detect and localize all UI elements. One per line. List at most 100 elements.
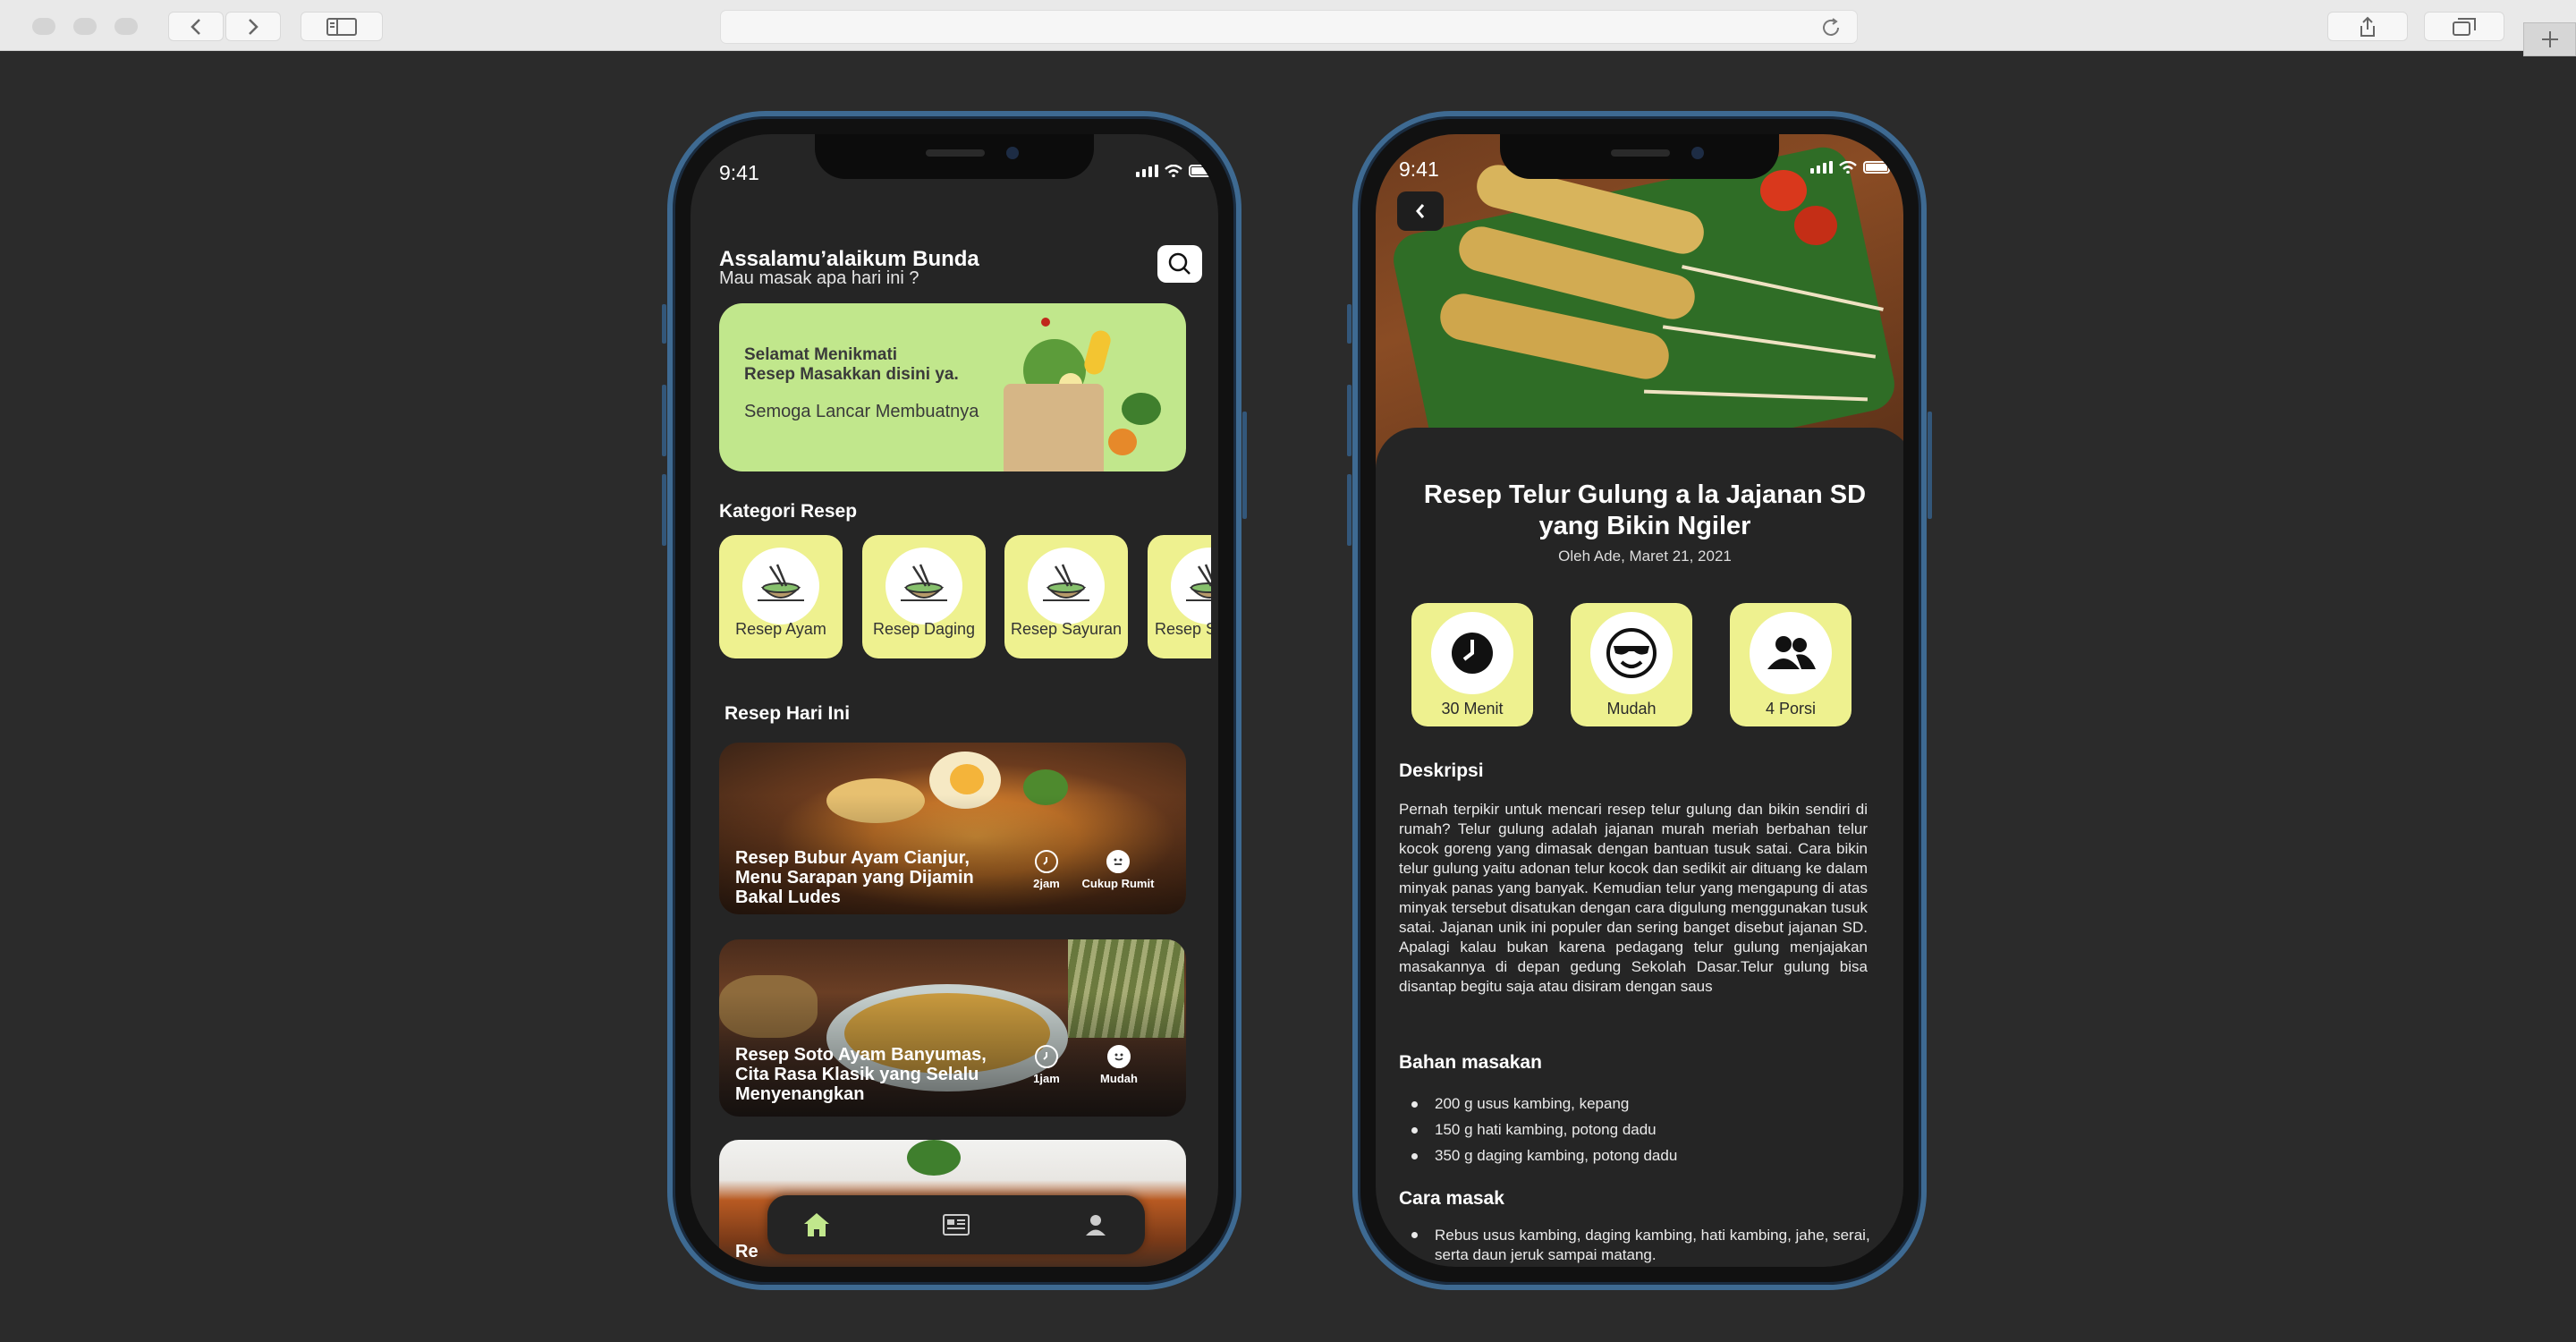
status-time: 9:41 (1399, 157, 1439, 181)
banner-line-3: Semoga Lancar Membuatnya (744, 402, 979, 421)
volume-down-button (662, 474, 666, 546)
tab-news[interactable] (941, 1211, 971, 1238)
tabs-overview-button[interactable] (2424, 12, 2504, 41)
reload-icon[interactable] (1821, 18, 1843, 38)
back-nav-button[interactable] (168, 12, 224, 41)
clock-icon (1431, 612, 1513, 694)
notch (815, 134, 1094, 179)
ingredients-title: Bahan masakan (1399, 1052, 1542, 1073)
bowl-icon (886, 548, 962, 624)
volume-up-button (662, 385, 666, 456)
recipe-difficulty: Cukup Rumit (1073, 850, 1163, 890)
signal-icon (1136, 165, 1158, 177)
recipe-title: Resep Telur Gulung a la Jajanan SD yang … (1423, 480, 1867, 540)
zoom-window-button[interactable] (114, 18, 138, 35)
search-icon (1168, 252, 1191, 275)
category-list: Resep Ayam Resep Daging Resep Sayuran Re… (719, 535, 1211, 660)
volume-down-button (1347, 474, 1352, 546)
recipe-difficulty-label: Mudah (1100, 1072, 1138, 1085)
info-label: Mudah (1606, 700, 1657, 718)
recipe-title: Resep Bubur Ayam Cianjur, Menu Sarapan y… (735, 848, 974, 907)
sidebar-toggle-button[interactable] (301, 12, 383, 41)
category-card[interactable]: Resep Ayam (719, 535, 843, 658)
category-card[interactable]: Resep S (1148, 535, 1211, 658)
bowl-icon (1171, 548, 1211, 624)
ingredients-list: 200 g usus kambing, kepang 150 g hati ka… (1411, 1095, 1677, 1173)
smile-icon (1107, 1045, 1131, 1068)
category-card[interactable]: Resep Daging (862, 535, 986, 658)
tabs-icon (2453, 17, 2476, 36)
home-screen: 9:41 Assalamu’alaikum Bunda Mau masak ap… (691, 134, 1218, 1267)
category-label: Resep Sayuran (1010, 620, 1123, 638)
plus-icon (2541, 31, 2558, 47)
today-recipes-title: Resep Hari Ini (724, 703, 851, 724)
recipe-time-label: 2jam (1033, 877, 1060, 890)
categories-title: Kategori Resep (719, 501, 858, 522)
steps-title: Cara masak (1399, 1188, 1504, 1209)
detail-screen: 9:41 Resep Telur Gulung a la Jajanan SD … (1376, 134, 1903, 1267)
status-icons (1136, 165, 1216, 177)
power-button (1242, 412, 1247, 519)
news-icon (943, 1214, 970, 1236)
banner-line-2: Resep Masakkan disini ya. (744, 365, 959, 384)
tab-profile[interactable] (1080, 1211, 1111, 1238)
address-bar[interactable] (720, 10, 1858, 44)
recipe-title: Resep Soto Ayam Banyumas, Cita Rasa Klas… (735, 1045, 987, 1104)
notch (1500, 134, 1779, 179)
profile-icon (1086, 1215, 1106, 1236)
clock-icon (1035, 850, 1058, 873)
volume-up-button (1347, 385, 1352, 456)
info-label: 30 Menit (1441, 700, 1504, 718)
recipe-card[interactable]: Resep Bubur Ayam Cianjur, Menu Sarapan y… (719, 743, 1186, 914)
battery-icon (1189, 165, 1216, 177)
sidebar-icon (326, 17, 357, 36)
recipe-author: Oleh Ade, Maret 21, 2021 (1558, 548, 1732, 565)
recipe-time: 2jam (1027, 850, 1066, 890)
power-button (1928, 412, 1932, 519)
status-icons (1810, 161, 1890, 174)
chevron-left-icon (1416, 204, 1425, 218)
banner-line-1: Selamat Menikmati (744, 345, 898, 364)
clock-icon (1035, 1045, 1058, 1068)
welcome-banner: Selamat Menikmati Resep Masakkan disini … (719, 303, 1186, 471)
category-label: Resep S (1155, 620, 1211, 638)
description-title: Deskripsi (1399, 760, 1484, 781)
cool-face-icon (1590, 612, 1673, 694)
forward-nav-button[interactable] (225, 12, 281, 41)
mute-switch (1347, 304, 1352, 344)
category-card[interactable]: Resep Sayuran (1004, 535, 1128, 658)
category-label: Resep Daging (872, 620, 976, 638)
home-icon (804, 1213, 829, 1236)
phone-home: 9:41 Assalamu’alaikum Bunda Mau masak ap… (662, 111, 1247, 1290)
phone-recipe-detail: 9:41 Resep Telur Gulung a la Jajanan SD … (1347, 111, 1932, 1290)
back-button[interactable] (1397, 191, 1444, 231)
people-icon (1750, 612, 1832, 694)
recipe-card[interactable]: Resep Soto Ayam Banyumas, Cita Rasa Klas… (719, 939, 1186, 1117)
ingredient-item: 350 g daging kambing, potong dadu (1411, 1147, 1677, 1165)
tab-home[interactable] (801, 1211, 832, 1238)
chevron-left-icon (191, 18, 200, 35)
battery-icon (1863, 161, 1890, 174)
recipe-time: 1jam (1027, 1045, 1066, 1085)
minimize-window-button[interactable] (73, 18, 97, 35)
signal-icon (1810, 161, 1833, 174)
mute-switch (662, 304, 666, 344)
search-button[interactable] (1157, 245, 1202, 283)
bowl-icon (1028, 548, 1105, 624)
step-item: Rebus usus kambing, daging kambing, hati… (1411, 1226, 1877, 1265)
ingredient-item: 150 g hati kambing, potong dadu (1411, 1121, 1677, 1139)
banner-text: Selamat Menikmati Resep Masakkan disini … (744, 345, 1039, 385)
share-icon (2360, 16, 2375, 37)
new-tab-button[interactable] (2523, 22, 2576, 56)
recipe-difficulty: Mudah (1079, 1045, 1159, 1085)
wifi-icon (1165, 165, 1182, 177)
recipe-hero-photo (1376, 134, 1903, 469)
info-card-time: 30 Menit (1411, 603, 1533, 726)
steps-list: Rebus usus kambing, daging kambing, hati… (1411, 1226, 1877, 1267)
close-window-button[interactable] (32, 18, 55, 35)
share-button[interactable] (2327, 12, 2408, 41)
greeting-subtitle: Mau masak apa hari ini ? (719, 268, 919, 288)
info-card-portion: 4 Porsi (1730, 603, 1852, 726)
info-card-difficulty: Mudah (1571, 603, 1692, 726)
bowl-icon (742, 548, 819, 624)
